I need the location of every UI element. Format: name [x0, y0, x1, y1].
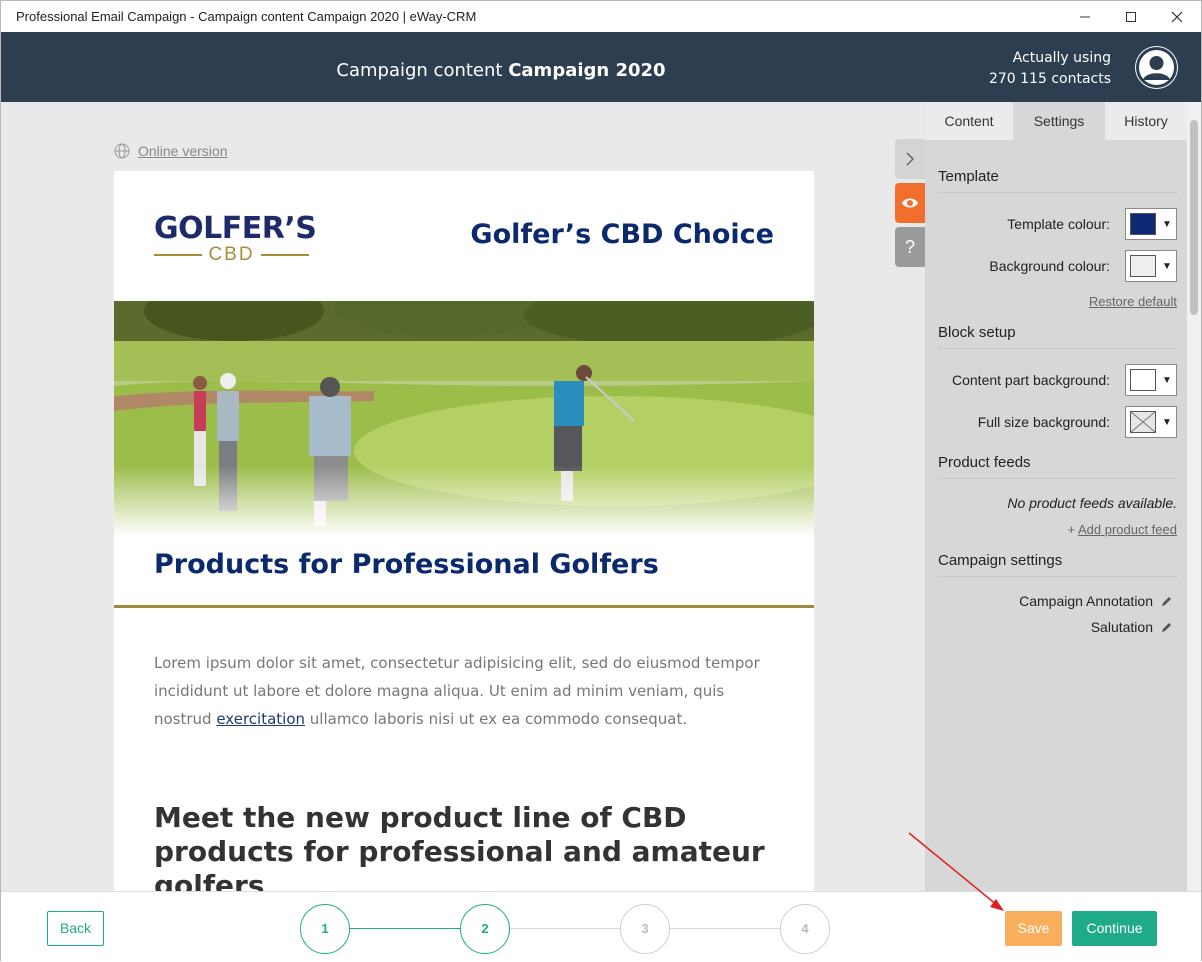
close-icon[interactable] — [1154, 1, 1200, 32]
step-connector — [349, 928, 461, 929]
product-feeds-heading: Product feeds — [938, 454, 1177, 479]
scrollbar-thumb[interactable] — [1190, 120, 1198, 315]
globe-icon — [114, 143, 130, 159]
content-part-background-picker[interactable]: ▼ — [1125, 364, 1177, 396]
email-preview: GOLFER’S CBD Golfer’s CBD Choice Product… — [114, 171, 814, 891]
usage-label: Actually using — [1012, 50, 1111, 66]
no-colour-icon — [1130, 411, 1156, 433]
campaign-annotation-item[interactable]: Campaign Annotation — [1019, 593, 1173, 609]
template-colour-picker[interactable]: ▼ — [1125, 208, 1177, 240]
dropdown-arrow-icon: ▼ — [1162, 416, 1172, 428]
user-icon[interactable] — [1135, 46, 1178, 89]
save-button[interactable]: Save — [1005, 911, 1062, 946]
dropdown-arrow-icon: ▼ — [1162, 260, 1172, 272]
background-colour-row: Background colour: ▼ — [938, 250, 1177, 282]
tab-settings[interactable]: Settings — [1013, 102, 1105, 140]
campaign-settings-heading: Campaign settings — [938, 552, 1177, 577]
background-colour-picker[interactable]: ▼ — [1125, 250, 1177, 282]
content-part-background-label: Content part background: — [952, 372, 1110, 388]
logo-text-bottom: CBD — [208, 244, 255, 265]
page-title-prefix: Campaign content — [336, 60, 503, 81]
step-4[interactable]: 4 — [780, 904, 830, 954]
eye-icon[interactable] — [895, 183, 925, 223]
wizard-footer: Back 1 2 3 4 Save Continue — [1, 891, 1201, 961]
dropdown-arrow-icon: ▼ — [1162, 218, 1172, 230]
add-product-feed-link[interactable]: + Add product feed — [1067, 522, 1177, 537]
panel-scrollbar[interactable] — [1187, 102, 1201, 891]
body-link[interactable]: exercitation — [216, 710, 305, 728]
headline-divider — [114, 605, 814, 608]
background-colour-label: Background colour: — [989, 258, 1110, 274]
email-body-text[interactable]: Lorem ipsum dolor sit amet, consectetur … — [154, 649, 774, 733]
salutation-label: Salutation — [1090, 619, 1153, 635]
continue-button[interactable]: Continue — [1072, 911, 1157, 946]
editor-side-tools: ? — [895, 139, 925, 271]
pencil-icon[interactable] — [1161, 621, 1173, 633]
chevron-right-icon[interactable] — [895, 139, 925, 179]
title-bar: Professional Email Campaign - Campaign c… — [1, 1, 1201, 32]
golf-hero-image[interactable] — [114, 301, 814, 536]
page-title: Campaign content Campaign 2020 — [1, 60, 1001, 81]
template-heading: Template — [938, 168, 1177, 193]
brand-title[interactable]: Golfer’s CBD Choice — [470, 219, 774, 250]
email-editor: Online version GOLFER’S CBD Golfer’s CBD… — [1, 102, 925, 891]
dropdown-arrow-icon: ▼ — [1162, 374, 1172, 386]
settings-panel: Content Settings History Template Templa… — [925, 102, 1187, 891]
contacts-usage: Actually using 270 115 contacts — [989, 48, 1111, 90]
email-headline[interactable]: Products for Professional Golfers — [154, 549, 659, 580]
app-window: Professional Email Campaign - Campaign c… — [0, 0, 1202, 961]
full-size-background-label: Full size background: — [977, 414, 1110, 430]
usage-count: 270 115 contacts — [988, 71, 1111, 87]
no-product-feeds-text: No product feeds available. — [1007, 495, 1177, 511]
online-version-link[interactable]: Online version — [114, 143, 228, 159]
online-version-text: Online version — [138, 143, 228, 159]
full-size-background-picker[interactable]: ▼ — [1125, 406, 1177, 438]
minimize-icon[interactable] — [1062, 1, 1108, 32]
block-setup-heading: Block setup — [938, 324, 1177, 349]
email-subheadline[interactable]: Meet the new product line of CBD product… — [154, 801, 774, 891]
back-button[interactable]: Back — [47, 911, 104, 946]
salutation-item[interactable]: Salutation — [1091, 619, 1173, 635]
step-3[interactable]: 3 — [620, 904, 670, 954]
pencil-icon[interactable] — [1161, 595, 1173, 607]
template-colour-label: Template colour: — [1007, 216, 1110, 232]
campaign-name: Campaign 2020 — [508, 60, 666, 81]
content-part-background-row: Content part background: ▼ — [938, 364, 1177, 396]
golfers-cbd-logo: GOLFER’S CBD — [154, 211, 317, 266]
window-title: Professional Email Campaign - Campaign c… — [16, 9, 477, 24]
step-connector — [669, 928, 781, 929]
tab-content[interactable]: Content — [925, 102, 1013, 140]
panel-tabs: Content Settings History — [925, 102, 1187, 140]
help-icon[interactable]: ? — [895, 227, 925, 267]
step-1[interactable]: 1 — [300, 904, 350, 954]
maximize-icon[interactable] — [1108, 1, 1154, 32]
campaign-annotation-label: Campaign Annotation — [1019, 593, 1153, 609]
step-2[interactable]: 2 — [460, 904, 510, 954]
tab-history[interactable]: History — [1105, 102, 1187, 140]
restore-default-link[interactable]: Restore default — [1089, 294, 1177, 309]
full-size-background-row: Full size background: ▼ — [938, 406, 1177, 438]
campaign-header: Campaign content Campaign 2020 Actually … — [1, 32, 1201, 102]
template-colour-row: Template colour: ▼ — [938, 208, 1177, 240]
step-connector — [509, 928, 621, 929]
logo-text-top: GOLFER’S — [154, 211, 317, 246]
